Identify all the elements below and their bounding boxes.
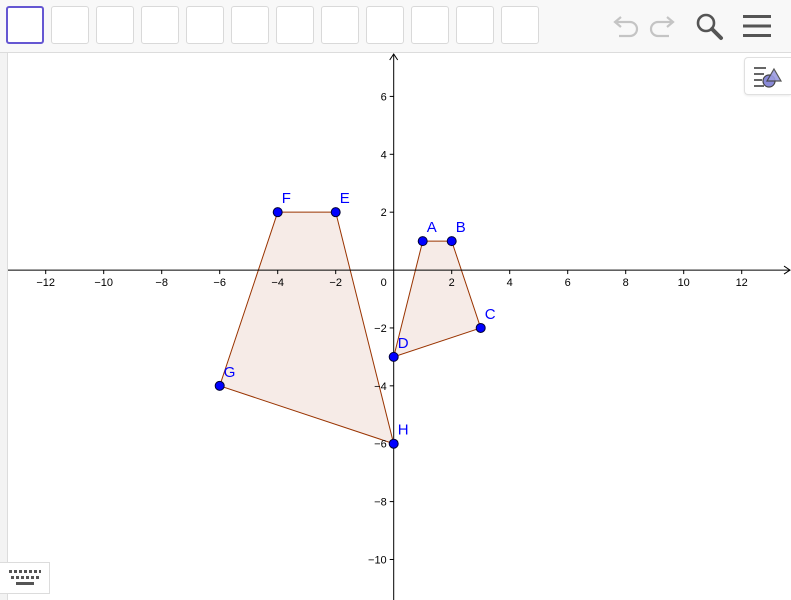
x-tick-label: 10 — [678, 277, 690, 289]
x-tick-label: 8 — [623, 277, 629, 289]
point-label-H: H — [398, 422, 409, 439]
undo-button[interactable] — [609, 9, 643, 43]
tool-button-9[interactable] — [366, 6, 404, 44]
tool-button-8[interactable] — [321, 6, 359, 44]
x-tick-label: −6 — [213, 277, 226, 289]
main-menu-button[interactable] — [740, 9, 774, 43]
style-bar-toggle-button[interactable] — [744, 57, 791, 95]
x-tick-label: −10 — [94, 277, 113, 289]
point-C[interactable] — [475, 322, 486, 333]
tool-button-12[interactable] — [501, 6, 539, 44]
point-label-F: F — [282, 190, 291, 207]
style-bar-icon — [754, 67, 783, 88]
undo-icon — [613, 16, 639, 38]
tool-button-6[interactable] — [231, 6, 269, 44]
tool-button-5[interactable] — [186, 6, 224, 44]
polygon-FEHG[interactable] — [219, 211, 395, 445]
tool-button-10[interactable] — [411, 6, 449, 44]
point-label-B: B — [456, 219, 466, 236]
y-tick-label: −8 — [374, 497, 387, 509]
y-tick-label: −4 — [374, 381, 387, 393]
x-tick-label: −2 — [329, 277, 342, 289]
y-tick-label: 2 — [381, 207, 387, 219]
graphics-view[interactable]: −12 −10 −8 −6 −4 −2 2 4 6 8 10 12 −10 −8 −6 −4 −2 2 4 6 0 A B… — [8, 53, 791, 600]
x-tick-label: 6 — [565, 277, 571, 289]
virtual-keyboard-button[interactable] — [0, 562, 50, 594]
point-D[interactable] — [388, 351, 399, 362]
search-icon — [696, 13, 723, 40]
point-label-E: E — [340, 190, 350, 207]
redo-icon — [649, 16, 675, 38]
search-button[interactable] — [692, 9, 726, 43]
tool-button-3[interactable] — [96, 6, 134, 44]
x-tick-label: −8 — [155, 277, 168, 289]
keyboard-icon — [8, 570, 41, 585]
x-tick-label: −12 — [36, 277, 55, 289]
tool-button-7[interactable] — [276, 6, 314, 44]
y-tick-label: −6 — [374, 439, 387, 451]
axes-layer: −12 −10 −8 −6 −4 −2 2 4 6 8 10 12 −10 −8 −6 −4 −2 2 4 6 0 — [8, 53, 791, 600]
hamburger-menu-icon — [743, 15, 771, 37]
tool-button-4[interactable] — [141, 6, 179, 44]
tool-button-1[interactable] — [6, 6, 44, 44]
polygons-layer — [219, 211, 482, 445]
point-label-G: G — [224, 364, 236, 381]
point-E[interactable] — [330, 207, 341, 218]
point-B[interactable] — [446, 236, 457, 247]
x-tick-label: −4 — [271, 277, 284, 289]
algebra-view-edge[interactable] — [0, 53, 8, 600]
point-H[interactable] — [388, 438, 399, 449]
redo-button[interactable] — [645, 9, 679, 43]
coordinate-plane[interactable]: −12 −10 −8 −6 −4 −2 2 4 6 8 10 12 −10 −8 −6 −4 −2 2 4 6 0 A B… — [8, 53, 791, 600]
point-A[interactable] — [417, 236, 428, 247]
x-tick-label: 2 — [449, 277, 455, 289]
toolbar — [0, 0, 791, 53]
origin-label: 0 — [381, 277, 387, 289]
point-label-D: D — [398, 335, 409, 352]
x-tick-label: 12 — [736, 277, 748, 289]
y-tick-label: −10 — [368, 554, 387, 566]
tool-button-11[interactable] — [456, 6, 494, 44]
point-label-C: C — [485, 306, 496, 323]
y-tick-label: −2 — [374, 323, 387, 335]
point-F[interactable] — [272, 207, 283, 218]
y-tick-label: 6 — [381, 91, 387, 103]
y-tick-label: 4 — [381, 149, 387, 161]
point-label-A: A — [427, 219, 437, 236]
point-G[interactable] — [214, 380, 225, 391]
x-tick-label: 4 — [507, 277, 513, 289]
tool-button-2[interactable] — [51, 6, 89, 44]
